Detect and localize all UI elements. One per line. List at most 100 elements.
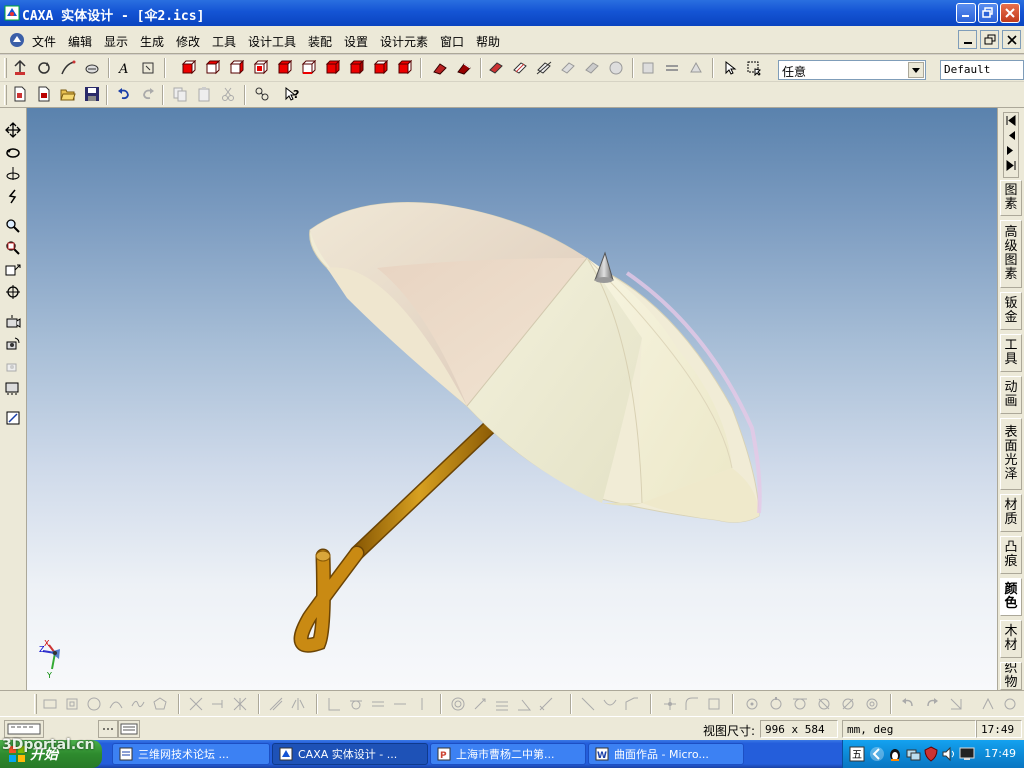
menu-help[interactable]: 帮助: [476, 33, 500, 50]
palette-tab-emboss[interactable]: 凸痕: [1000, 536, 1022, 574]
menu-settings[interactable]: 设置: [344, 33, 368, 50]
view-cube-back-icon[interactable]: [250, 58, 270, 78]
select-box-icon[interactable]: [744, 58, 764, 78]
palette-scroll-control[interactable]: [1003, 112, 1019, 178]
sketch-tool-icon[interactable]: [58, 58, 78, 78]
on-screen-keyboard-icon[interactable]: [118, 720, 140, 738]
text-tool-icon[interactable]: A: [114, 58, 134, 78]
pan-move-icon[interactable]: [3, 120, 23, 140]
restore-button[interactable]: [978, 3, 998, 23]
security-shield-icon[interactable]: [923, 746, 939, 762]
palette-tab-tools[interactable]: 工具: [1000, 334, 1022, 372]
view-cube-left-icon[interactable]: [274, 58, 294, 78]
menu-file[interactable]: 文件: [32, 33, 56, 50]
menu-display[interactable]: 显示: [104, 33, 128, 50]
shaded-render-icon[interactable]: [430, 58, 450, 78]
orbit-rotate-icon[interactable]: [3, 142, 23, 162]
palette-tab-sheet-metal[interactable]: 钣金: [1000, 292, 1022, 330]
palette-tab-advanced-elements[interactable]: 高级图素: [1000, 220, 1022, 288]
zoom-window-icon[interactable]: [3, 238, 23, 258]
rotate-part-icon[interactable]: [34, 58, 54, 78]
taskbar-item-forum[interactable]: 三维网技术论坛 ...: [112, 743, 270, 765]
ime-icon[interactable]: 五: [849, 746, 865, 762]
taskbar-item-word[interactable]: W 曲面作品 - Micro...: [588, 743, 744, 765]
menu-tools[interactable]: 工具: [212, 33, 236, 50]
focus-target-icon[interactable]: [3, 282, 23, 302]
view-cube-front-icon[interactable]: [178, 58, 198, 78]
style-combo[interactable]: Default: [940, 60, 1024, 80]
camera-tool-icon[interactable]: [486, 58, 506, 78]
dropdown-arrow-icon[interactable]: [908, 62, 924, 78]
camera-orbit-icon[interactable]: [3, 334, 23, 354]
doc-close-button[interactable]: [1002, 30, 1021, 49]
palette-tab-surface-finish[interactable]: 表面光泽: [1000, 418, 1022, 490]
zoom-icon[interactable]: [3, 216, 23, 236]
umbrella-model[interactable]: [27, 108, 997, 690]
menu-assembly[interactable]: 装配: [308, 33, 332, 50]
move-part-icon[interactable]: [10, 58, 30, 78]
realistic-render-icon[interactable]: [454, 58, 474, 78]
display-icon[interactable]: [959, 746, 975, 762]
toolbar-grip[interactable]: [4, 58, 7, 78]
view-cube-top-icon[interactable]: [202, 58, 222, 78]
select-pointer-icon[interactable]: [720, 58, 740, 78]
look-at-icon[interactable]: [3, 164, 23, 184]
palette-tab-materials[interactable]: 材质: [1000, 494, 1022, 532]
view-cube-bottom-icon[interactable]: [298, 58, 318, 78]
taskbar-item-caxa[interactable]: CAXA 实体设计 - ...: [272, 743, 428, 765]
menu-window[interactable]: 窗口: [440, 33, 464, 50]
walk-tool-icon[interactable]: [3, 186, 23, 206]
measure-tool-icon[interactable]: [138, 58, 158, 78]
zoom-fit-icon[interactable]: [3, 260, 23, 280]
palette-tab-fabric[interactable]: 织物: [1000, 662, 1022, 690]
taskbar-clock[interactable]: 17:49: [984, 747, 1016, 760]
view-cube-right-icon[interactable]: [226, 58, 246, 78]
title-bar[interactable]: CAXA 实体设计 - [伞2.ics]: [0, 0, 1024, 26]
menu-design-elements[interactable]: 设计元素: [380, 33, 428, 50]
tray-expand-icon[interactable]: [869, 746, 885, 762]
palette-tab-animation[interactable]: 动画: [1000, 376, 1022, 414]
palette-tab-colors[interactable]: 颜色: [1000, 578, 1022, 616]
new-design-icon[interactable]: [10, 84, 30, 104]
camera-position-icon[interactable]: [3, 312, 23, 332]
context-help-icon[interactable]: ?: [282, 84, 302, 104]
paint-tool-icon[interactable]: [82, 58, 102, 78]
sketch-plane-icon[interactable]: [3, 408, 23, 428]
open-folder-icon[interactable]: [58, 84, 78, 104]
palette-tab-wood[interactable]: 木材: [1000, 620, 1022, 658]
toolbar-grip[interactable]: [4, 85, 7, 105]
palette-tab-elements[interactable]: 图素: [1000, 180, 1022, 216]
document-system-icon[interactable]: [9, 32, 25, 48]
view-cube-dim-icon[interactable]: [370, 58, 390, 78]
light-tool-icon[interactable]: [510, 58, 530, 78]
axis-y-label: Y: [47, 671, 52, 680]
assembly-tree-icon[interactable]: [252, 84, 272, 104]
qq-penguin-icon[interactable]: [887, 746, 903, 762]
camera-settings-icon[interactable]: [3, 378, 23, 398]
design-viewport[interactable]: X Z Y: [27, 108, 997, 690]
view-cube-iso-icon[interactable]: [322, 58, 342, 78]
network-icon[interactable]: [905, 746, 921, 762]
menu-edit[interactable]: 编辑: [68, 33, 92, 50]
caxa-app-icon[interactable]: [4, 5, 20, 21]
close-button[interactable]: [1000, 3, 1020, 23]
doc-minimize-button[interactable]: [958, 30, 977, 49]
sketch-arc-icon: [106, 694, 126, 714]
selection-filter-combo[interactable]: 任意: [778, 60, 926, 80]
new-drawing-icon[interactable]: [34, 84, 54, 104]
undo-icon[interactable]: [114, 84, 134, 104]
toolbar-grip[interactable]: [34, 694, 37, 714]
view-cube-user-icon[interactable]: [394, 58, 414, 78]
minimize-button[interactable]: [956, 3, 976, 23]
status-indicator-icon[interactable]: [98, 720, 118, 738]
menu-design-tools[interactable]: 设计工具: [248, 33, 296, 50]
taskbar-item-ppt[interactable]: P 上海市曹杨二中第...: [430, 743, 586, 765]
doc-restore-button[interactable]: [980, 30, 999, 49]
menu-modify[interactable]: 修改: [176, 33, 200, 50]
keyboard-mode-icon[interactable]: [4, 720, 44, 738]
view-cube-tri-icon[interactable]: [346, 58, 366, 78]
save-disk-icon[interactable]: [82, 84, 102, 104]
smart-render-icon[interactable]: [534, 58, 554, 78]
volume-icon[interactable]: [941, 746, 957, 762]
menu-generate[interactable]: 生成: [140, 33, 164, 50]
